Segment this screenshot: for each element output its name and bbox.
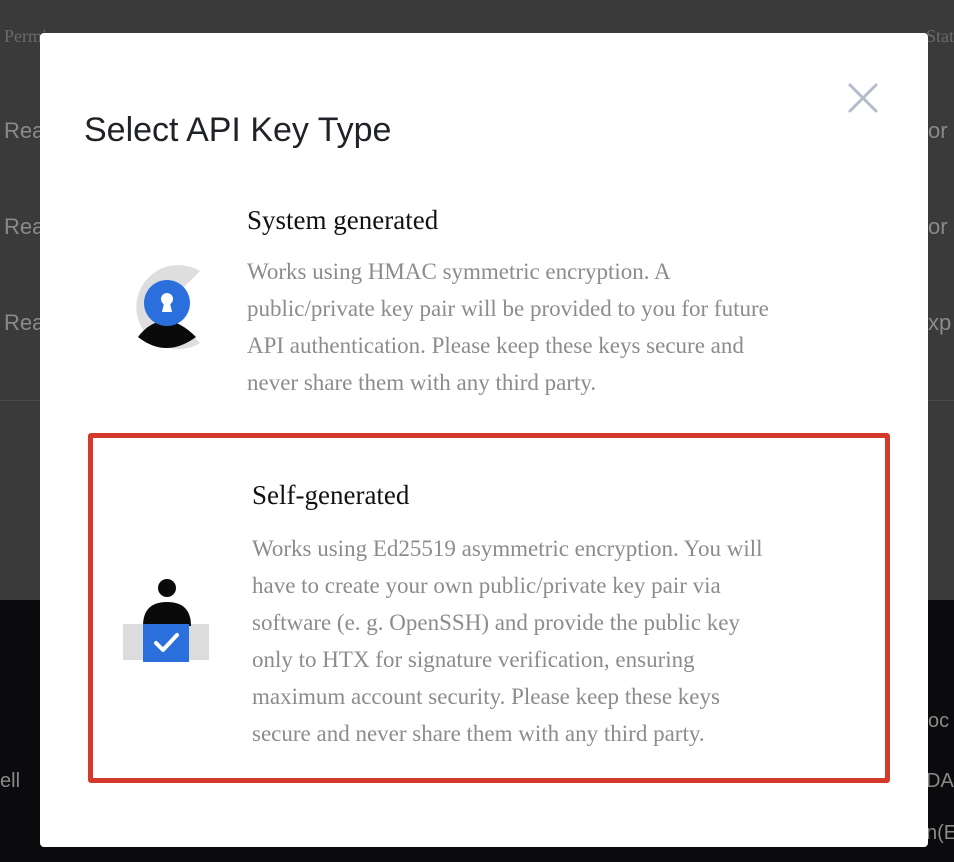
close-icon: [848, 83, 878, 113]
option-title: Self-generated: [252, 480, 410, 510]
table-row-2-status: or: [928, 214, 948, 239]
table-row-2-cell: Rea: [4, 214, 45, 239]
option-system-generated[interactable]: System generated Works using HMAC symmet…: [88, 195, 890, 415]
close-button[interactable]: [846, 81, 880, 115]
table-row-1-cell: Rea: [4, 118, 45, 143]
footer-text-1: oc: [928, 710, 950, 732]
option-description-line: Works using Ed25519 asymmetric encryptio…: [252, 536, 763, 561]
table-row-3-cell: Rea: [4, 310, 45, 335]
option-title: System generated: [247, 205, 439, 235]
table-row-3-status: xp: [928, 310, 952, 335]
option-description-line: maximum account security. Please keep th…: [252, 684, 720, 709]
option-description-line: never share them with any third party.: [247, 370, 597, 395]
dialog-title: Select API Key Type: [84, 111, 392, 149]
option-description: Works using HMAC symmetric encryption. A…: [247, 253, 847, 401]
option-description: Works using Ed25519 asymmetric encryptio…: [252, 530, 852, 752]
user-check-icon: [123, 578, 213, 662]
table-header-status: Statu: [926, 26, 954, 46]
footer-text-2: ell: [0, 770, 21, 792]
option-description-line: have to create your own public/private k…: [252, 573, 721, 598]
option-description-line: Works using HMAC symmetric encryption. A: [247, 259, 671, 284]
select-api-key-type-dialog: Select API Key Type System generated Wor…: [40, 33, 928, 847]
option-description-line: secure and never share them with any thi…: [252, 721, 705, 746]
option-description-line: public/private key pair will be provided…: [247, 296, 769, 321]
footer-text-3: DAC: [926, 770, 954, 792]
option-description-line: API authentication. Please keep these ke…: [247, 333, 744, 358]
shield-key-icon: [122, 259, 208, 353]
table-row-1-status: or: [928, 118, 948, 143]
option-description-line: only to HTX for signature verification, …: [252, 647, 695, 672]
footer-text-4: n(E: [926, 822, 954, 844]
option-self-generated[interactable]: Self-generated Works using Ed25519 asymm…: [88, 433, 890, 783]
option-description-line: software (e. g. OpenSSH) and provide the…: [252, 610, 740, 635]
